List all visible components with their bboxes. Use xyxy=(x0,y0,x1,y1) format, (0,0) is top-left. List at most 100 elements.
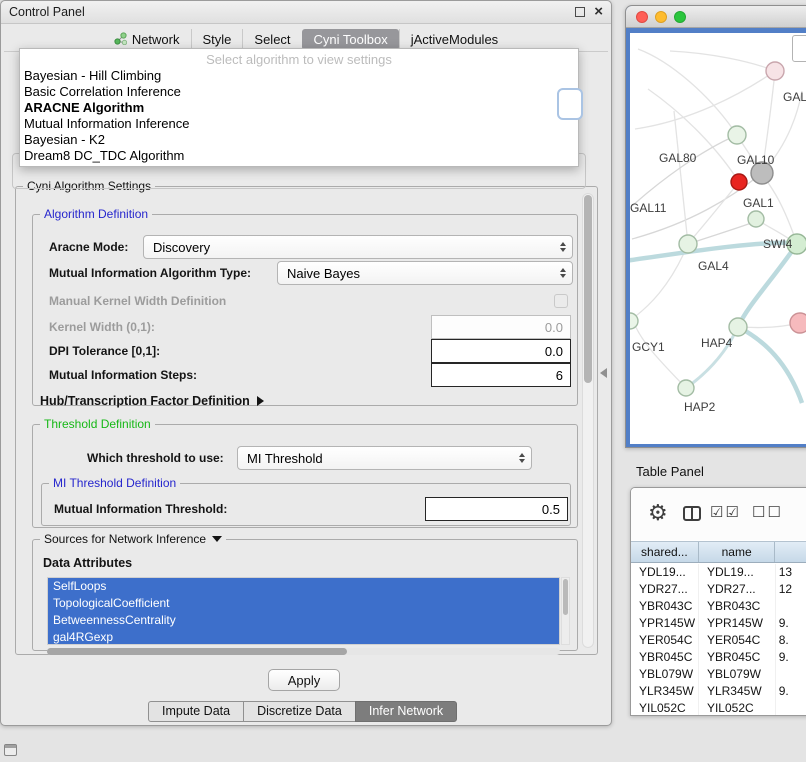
table-cell: YBL079W xyxy=(631,666,699,683)
algorithm-option-mutual-information-inference[interactable]: Mutual Information Inference xyxy=(20,116,578,132)
tab-jactivemodules[interactable]: jActiveModules xyxy=(399,29,509,50)
table-row[interactable]: YLR345WYLR345W9. xyxy=(631,683,806,700)
mi-type-value: Naive Bayes xyxy=(287,266,360,281)
restore-panel-icon[interactable] xyxy=(4,744,17,756)
column-chooser-icon[interactable] xyxy=(683,506,701,521)
combo-stepper-icon xyxy=(519,453,525,463)
network-window-titlebar[interactable] xyxy=(626,6,806,28)
attribute-list-scrollbar[interactable] xyxy=(561,577,570,645)
network-node[interactable] xyxy=(748,211,764,227)
which-threshold-combo[interactable]: MI Threshold xyxy=(237,446,532,470)
attribute-list-item[interactable]: gal4RGexp xyxy=(48,629,559,645)
tab-label: jActiveModules xyxy=(411,32,498,47)
table-cell: YER054C xyxy=(631,632,699,649)
bottom-tab-discretize-data[interactable]: Discretize Data xyxy=(243,701,356,722)
control-panel-titlebar[interactable]: Control Panel × xyxy=(1,1,611,24)
control-panel-title: Control Panel xyxy=(9,1,85,23)
panel-collapse-handle[interactable] xyxy=(600,368,607,378)
kernel-width-field: 0.0 xyxy=(431,315,571,339)
attribute-list-item[interactable]: BetweennessCentrality xyxy=(48,612,559,629)
table-row[interactable]: YER054CYER054C8. xyxy=(631,632,806,649)
tab-style[interactable]: Style xyxy=(191,29,243,50)
table-row[interactable]: YBL079WYBL079W xyxy=(631,666,806,683)
network-node[interactable] xyxy=(766,62,784,80)
combo-stepper-icon xyxy=(560,268,566,278)
attribute-list-item[interactable]: SelfLoops xyxy=(48,578,559,595)
network-node[interactable] xyxy=(790,313,806,333)
float-window-icon[interactable] xyxy=(575,7,585,17)
zoom-traffic-light[interactable] xyxy=(674,11,686,23)
close-traffic-light[interactable] xyxy=(636,11,648,23)
which-threshold-value: MI Threshold xyxy=(247,451,323,466)
network-canvas[interactable]: GAL80GAL10GAL11GAL1SWI4GAL4GCY1HAP4HAP2G… xyxy=(630,33,806,444)
close-icon[interactable]: × xyxy=(594,2,603,22)
bottom-tab-infer-network[interactable]: Infer Network xyxy=(355,701,457,722)
settings-scrollbar[interactable] xyxy=(582,193,594,648)
tab-cyni-toolbox[interactable]: Cyni Toolbox xyxy=(302,29,399,50)
node-label-gal4: GAL4 xyxy=(698,259,729,273)
sources-group-title[interactable]: Sources for Network Inference xyxy=(40,532,226,546)
settings-scrollbar-thumb[interactable] xyxy=(584,195,592,383)
algorithm-option-dream8-dc-tdc-algorithm[interactable]: Dream8 DC_TDC Algorithm xyxy=(20,148,578,164)
apply-button[interactable]: Apply xyxy=(268,669,340,691)
hub-definition-section[interactable]: Hub/Transcription Factor Definition xyxy=(40,394,264,408)
bottom-tab-impute-data[interactable]: Impute Data xyxy=(148,701,244,722)
bottom-tabbar: Impute DataDiscretize DataInfer Network xyxy=(148,701,457,722)
table-cell: YBR045C xyxy=(699,649,776,666)
aracne-mode-value: Discovery xyxy=(153,240,210,255)
mini-window-titlebar xyxy=(5,745,16,748)
gear-icon[interactable]: ⚙ xyxy=(648,500,668,526)
network-icon xyxy=(114,32,127,48)
attribute-list-scrollbar-thumb[interactable] xyxy=(563,579,568,615)
select-all-icon[interactable]: ☑☑ xyxy=(710,503,741,521)
table-row[interactable]: YIL052CYIL052C xyxy=(631,700,806,716)
table-row[interactable]: YBR043CYBR043C xyxy=(631,598,806,615)
table-cell xyxy=(776,700,806,716)
network-node[interactable] xyxy=(731,174,747,190)
table-row[interactable]: YBR045CYBR045C9. xyxy=(631,649,806,666)
table-row[interactable]: YDR27...YDR27...12 xyxy=(631,581,806,598)
minimize-traffic-light[interactable] xyxy=(655,11,667,23)
select-none-icon[interactable]: ☐☐ xyxy=(752,503,783,521)
tab-label: Cyni Toolbox xyxy=(314,32,388,47)
column-header-extra[interactable] xyxy=(775,542,806,562)
column-header-name[interactable]: name xyxy=(699,542,776,562)
table-row[interactable]: YDL19...YDL19...13 xyxy=(631,564,806,581)
attribute-list-hscrollbar[interactable] xyxy=(47,648,560,655)
table-panel-label: Table Panel xyxy=(636,464,704,479)
aracne-mode-combo[interactable]: Discovery xyxy=(143,235,573,259)
algorithm-option-bayesian-k2[interactable]: Bayesian - K2 xyxy=(20,132,578,148)
algorithm-option-bayesian-hill-climbing[interactable]: Bayesian - Hill Climbing xyxy=(20,68,578,84)
table-cell xyxy=(776,598,806,615)
table-cell: YDR27... xyxy=(699,581,776,598)
table-cell: YER054C xyxy=(699,632,776,649)
attribute-list[interactable]: SelfLoopsTopologicalCoefficientBetweenne… xyxy=(47,577,560,645)
network-node[interactable] xyxy=(728,126,746,144)
tab-select[interactable]: Select xyxy=(242,29,301,50)
mi-steps-label: Mutual Information Steps: xyxy=(49,368,197,382)
threshold-definition-group: Threshold Definition Which threshold to … xyxy=(32,424,578,528)
desktop: Control Panel × NetworkStyleSelectCyni T… xyxy=(0,0,806,762)
mi-steps-field[interactable]: 6 xyxy=(431,363,571,387)
collapse-arrow-icon[interactable] xyxy=(212,536,222,542)
column-header-shared-[interactable]: shared... xyxy=(631,542,699,562)
dpi-tolerance-field[interactable]: 0.0 xyxy=(431,339,571,363)
algorithm-option-basic-correlation-inference[interactable]: Basic Correlation Inference xyxy=(20,84,578,100)
attribute-list-item[interactable]: TopologicalCoefficient xyxy=(48,595,559,612)
mi-threshold-field[interactable]: 0.5 xyxy=(425,497,568,521)
mi-type-combo[interactable]: Naive Bayes xyxy=(277,261,573,285)
network-node[interactable] xyxy=(678,380,694,396)
hidden-field-fragment xyxy=(557,88,583,120)
data-attributes-label: Data Attributes xyxy=(43,556,132,570)
network-node[interactable] xyxy=(679,235,697,253)
node-label-gal10: GAL10 xyxy=(737,153,775,167)
kernel-width-value: 0.0 xyxy=(545,320,563,335)
expand-arrow-icon[interactable] xyxy=(257,396,264,406)
control-panel-window: Control Panel × NetworkStyleSelectCyni T… xyxy=(0,0,612,726)
algorithm-option-aracne-algorithm[interactable]: ARACNE Algorithm xyxy=(20,100,578,116)
sources-title-text: Sources for Network Inference xyxy=(44,532,206,546)
table-row[interactable]: YPR145WYPR145W9. xyxy=(631,615,806,632)
network-node[interactable] xyxy=(729,318,747,336)
attribute-list-hscrollbar-thumb[interactable] xyxy=(47,648,347,655)
node-label-gal8: GAL8 xyxy=(783,90,806,104)
